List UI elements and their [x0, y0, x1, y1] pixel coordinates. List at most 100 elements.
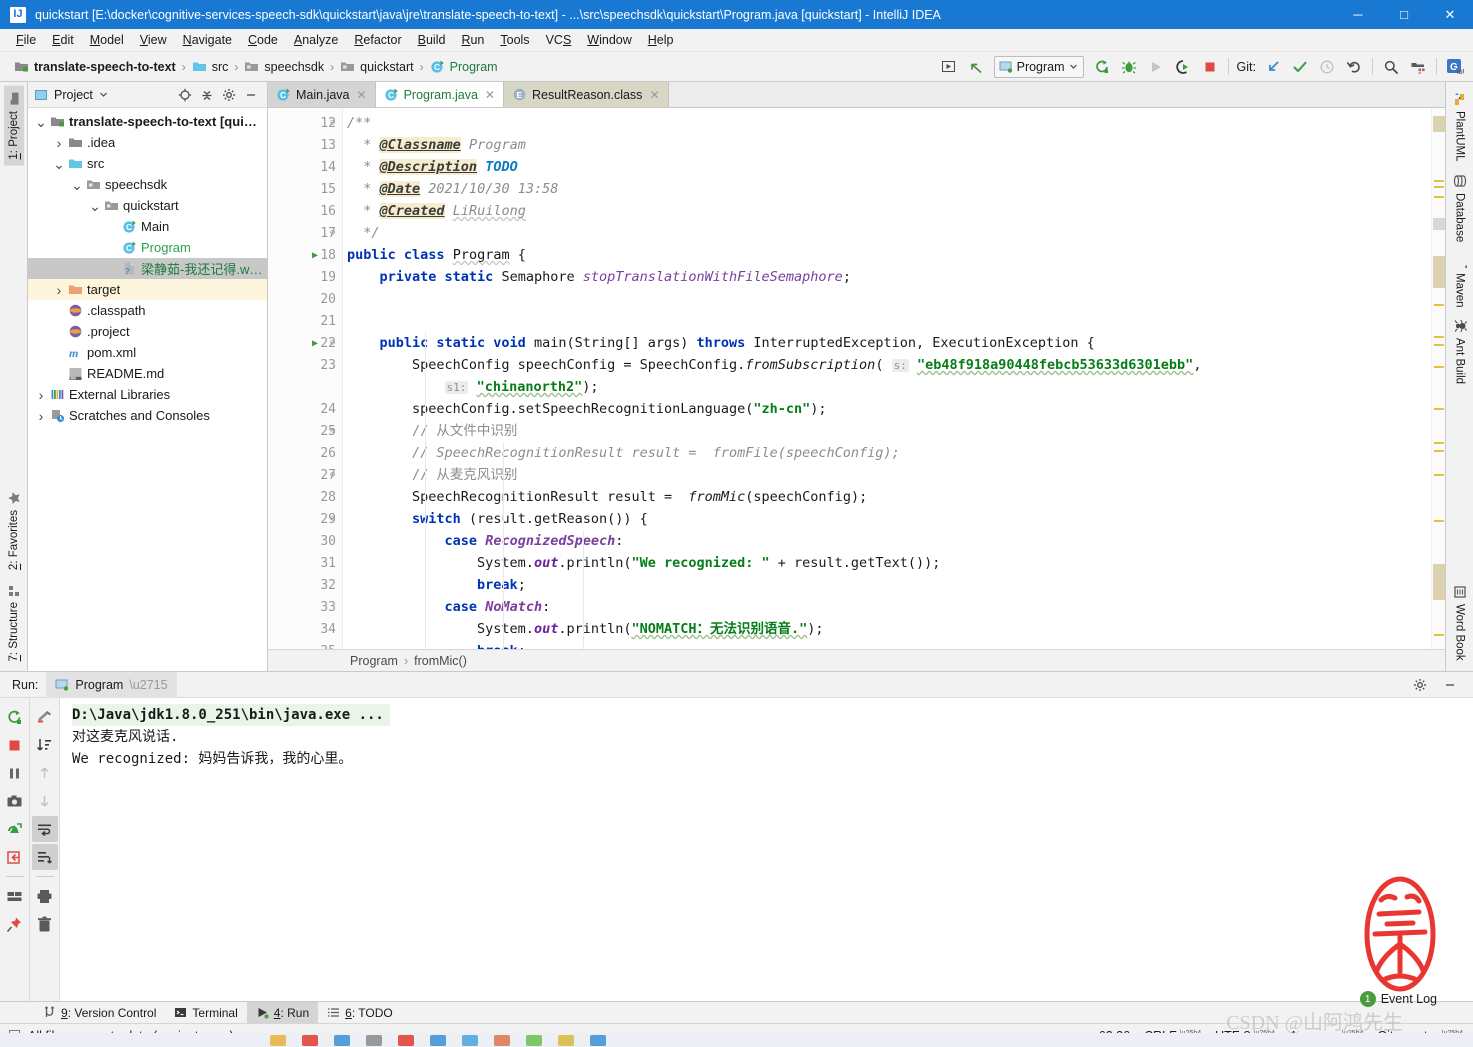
code-fold-start-icon[interactable]: ⊖: [330, 118, 335, 128]
thread-dump-icon[interactable]: [2, 816, 28, 842]
git-commit-icon[interactable]: [1288, 56, 1312, 78]
tree-node-program[interactable]: C Program: [28, 237, 267, 258]
breadcrumb-item-src[interactable]: src: [188, 58, 233, 75]
left-tool-tab-2-favorites[interactable]: 2: Favorites: [4, 485, 24, 576]
export-icon[interactable]: [2, 844, 28, 870]
down-icon[interactable]: [32, 788, 58, 814]
translate-icon[interactable]: G\u6587: [1443, 56, 1467, 78]
soft-wrap-icon[interactable]: [32, 704, 58, 730]
bottom-tool-tab-9-version-control[interactable]: 9: Version Control: [34, 1002, 165, 1024]
taskbar-icon[interactable]: [270, 1034, 286, 1046]
minimize-button[interactable]: ─: [1335, 0, 1381, 29]
scroll-to-end-icon[interactable]: [32, 732, 58, 758]
run-icon[interactable]: [1144, 56, 1168, 78]
tree-node-pom-xml[interactable]: m pom.xml: [28, 342, 267, 363]
stop-icon[interactable]: [2, 732, 28, 758]
tree-node--project[interactable]: .project: [28, 321, 267, 342]
bottom-tool-tab-terminal[interactable]: Terminal: [165, 1002, 246, 1024]
back-arrow-icon[interactable]: [964, 56, 988, 78]
editor-tab-main-java[interactable]: C Main.java ✕: [268, 82, 376, 107]
code-text[interactable]: /** * @Classname Program * @Description …: [343, 108, 1431, 649]
pause-icon[interactable]: [2, 760, 28, 786]
menu-item-refactor[interactable]: Refactor: [346, 31, 409, 49]
taskbar-icon[interactable]: [398, 1034, 414, 1046]
right-tool-tab-word-book[interactable]: Word Book: [1450, 579, 1470, 667]
close-button[interactable]: ✕: [1427, 0, 1473, 29]
left-tool-tab-7-structure[interactable]: 7: Structure: [4, 577, 24, 667]
locate-target-icon[interactable]: [175, 85, 195, 105]
gutter-line-23[interactable]: 23: [268, 354, 342, 376]
gutter-line-13[interactable]: 13: [268, 134, 342, 156]
editor-breadcrumb-item[interactable]: fromMic(): [414, 654, 467, 668]
gutter-line-28[interactable]: 28: [268, 486, 342, 508]
menu-item-window[interactable]: Window: [579, 31, 639, 49]
code-fold-start-icon[interactable]: ⊖: [330, 514, 335, 524]
tree-node-scratches-and-consoles[interactable]: › Scratches and Consoles: [28, 405, 267, 426]
code-fold-end-icon[interactable]: ⊖: [330, 470, 335, 480]
code-fold-start-icon[interactable]: ⊖: [330, 426, 335, 436]
taskbar-icon[interactable]: [430, 1034, 446, 1046]
close-icon[interactable]: ✕: [357, 88, 367, 102]
run-tab-program[interactable]: Program \u2715: [46, 671, 177, 698]
menu-item-run[interactable]: Run: [453, 31, 492, 49]
clear-all-icon[interactable]: [32, 911, 58, 937]
tree-node-target[interactable]: › target: [28, 279, 267, 300]
settings-gear-icon[interactable]: [1407, 672, 1433, 698]
scroll-to-stacktrace-icon[interactable]: [31, 844, 58, 870]
project-tree[interactable]: ⌄ translate-speech-to-text [quicksta › .ide…: [28, 108, 267, 671]
error-stripe[interactable]: [1431, 108, 1445, 649]
taskbar-icon[interactable]: [590, 1034, 606, 1046]
chevron-down-icon[interactable]: ⌄: [52, 157, 66, 171]
gutter-line-25[interactable]: 25 ⊖: [268, 420, 342, 442]
editor-gutter[interactable]: 12 ⊖ 13 14 15 16 17 ⊖ 18 ▶ 19 20 21 22 ▶ ⊖ 23 24 25 ⊖ 26 27 ⊖ 2…: [268, 108, 343, 649]
tree-node-external-libraries[interactable]: › External Libraries: [28, 384, 267, 405]
screenshot-icon[interactable]: [2, 788, 28, 814]
taskbar-icon[interactable]: [526, 1034, 542, 1046]
chevron-down-icon[interactable]: ⌄: [70, 178, 84, 192]
menu-item-vcs[interactable]: VCS: [538, 31, 580, 49]
bottom-tool-tab-6-todo[interactable]: 6: TODO: [318, 1002, 402, 1024]
taskbar-icon[interactable]: [558, 1034, 574, 1046]
menu-item-tools[interactable]: Tools: [492, 31, 537, 49]
menu-item-navigate[interactable]: Navigate: [175, 31, 240, 49]
chevron-right-icon[interactable]: ›: [34, 408, 48, 424]
run-with-coverage-icon[interactable]: [1171, 56, 1195, 78]
right-tool-tab-database[interactable]: Database: [1450, 168, 1470, 248]
pin-icon[interactable]: [2, 911, 28, 937]
editor-tab-program-java[interactable]: C Program.java ✕: [375, 82, 504, 107]
tree-node-quickstart[interactable]: ⌄ quickstart: [28, 195, 267, 216]
gutter-line-16[interactable]: 16: [268, 200, 342, 222]
gutter-line-19[interactable]: 19: [268, 266, 342, 288]
tree-node-readme-md[interactable]: MD README.md: [28, 363, 267, 384]
run-gutter-icon[interactable]: ▶: [312, 338, 318, 349]
gutter-line-12[interactable]: 12 ⊖: [268, 112, 342, 134]
chevron-right-icon[interactable]: ›: [52, 135, 66, 151]
breadcrumb-item-translate-speech-to-text[interactable]: translate-speech-to-text: [10, 58, 180, 75]
tree-node-main[interactable]: C Main: [28, 216, 267, 237]
chevron-down-icon[interactable]: ⌄: [34, 115, 48, 129]
gutter-line-22[interactable]: 22 ▶ ⊖: [268, 332, 342, 354]
menu-item-model[interactable]: Model: [82, 31, 132, 49]
editor-breadcrumb-item[interactable]: Program: [350, 654, 398, 668]
left-tool-tab-1-project[interactable]: 1: Project: [3, 86, 24, 166]
code-editor[interactable]: 12 ⊖ 13 14 15 16 17 ⊖ 18 ▶ 19 20 21 22 ▶ ⊖ 23 24 25 ⊖ 26 27 ⊖ 2…: [268, 108, 1445, 649]
tree-node-speechsdk[interactable]: ⌄ speechsdk: [28, 174, 267, 195]
gutter-line-14[interactable]: 14: [268, 156, 342, 178]
gutter-line-18[interactable]: 18 ▶: [268, 244, 342, 266]
run-configuration-selector[interactable]: Program: [993, 55, 1084, 78]
gutter-line-35[interactable]: 35: [268, 640, 342, 650]
taskbar-icon[interactable]: [494, 1034, 510, 1046]
taskbar-icon[interactable]: [334, 1034, 350, 1046]
tree-node--classpath[interactable]: .classpath: [28, 300, 267, 321]
breadcrumb-item-quickstart[interactable]: quickstart: [336, 58, 418, 75]
run-gutter-icon[interactable]: ▶: [312, 250, 318, 261]
tree-node-梁静茹-我还记得-wav[interactable]: ? 梁静茹-我还记得.wav: [28, 258, 267, 279]
code-fold-start-icon[interactable]: ⊖: [330, 338, 335, 348]
print-icon[interactable]: [32, 883, 58, 909]
gutter-line-34[interactable]: 34: [268, 618, 342, 640]
gutter-line-17[interactable]: 17 ⊖: [268, 222, 342, 244]
build-icon[interactable]: [1090, 56, 1114, 78]
right-tool-tab-plantuml[interactable]: PlantUML: [1450, 86, 1470, 168]
editor-breadcrumb[interactable]: Program › fromMic(): [268, 649, 1445, 671]
gutter-line-21[interactable]: 21: [268, 310, 342, 332]
